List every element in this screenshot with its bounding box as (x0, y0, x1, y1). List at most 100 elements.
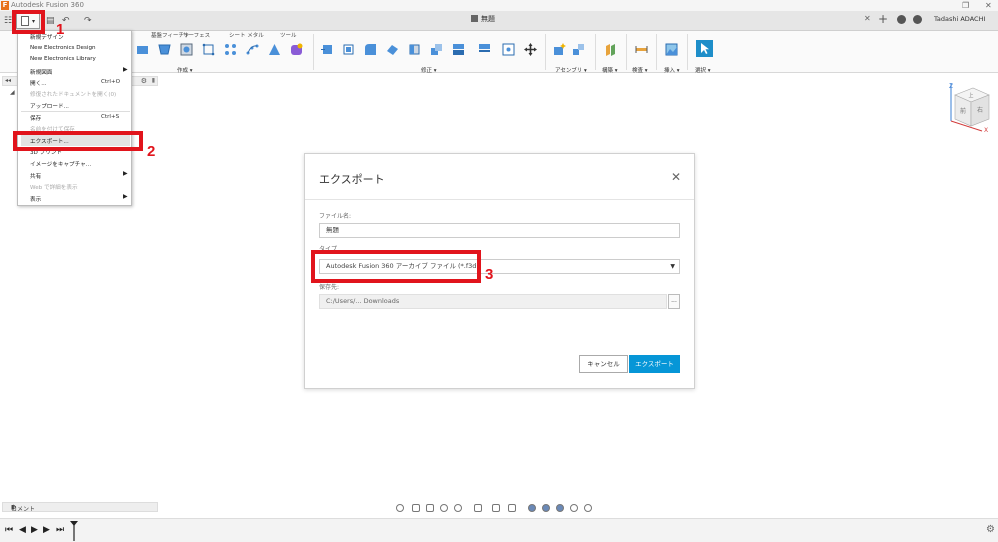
step-back-icon[interactable]: ◀ (19, 525, 26, 535)
pin-icon[interactable]: ▮ (11, 504, 155, 511)
comments-panel-header[interactable]: コメント ⚙ ▮ (2, 502, 158, 513)
menu-shortcut-save: Ctrl+S (101, 114, 120, 120)
sweep-icon[interactable] (180, 43, 193, 56)
user-name[interactable]: Tadashi ADACHI (934, 15, 985, 23)
display-settings-icon[interactable] (474, 504, 482, 512)
menu-item-share[interactable]: 共有 (30, 172, 41, 180)
pyramid-icon[interactable] (268, 43, 281, 56)
go-to-start-icon[interactable]: ⏮ (5, 525, 13, 535)
browse-button[interactable]: ... (668, 294, 680, 309)
modify-group-label[interactable]: 修正 ▾ (421, 66, 437, 74)
close-icon[interactable]: ✕ (671, 170, 681, 184)
insert-image-icon[interactable] (665, 43, 678, 56)
scale-icon[interactable] (430, 43, 443, 56)
redo-icon[interactable]: ↷ (84, 11, 92, 31)
menu-item-open[interactable]: 開く... (30, 79, 47, 87)
inspect-group-label[interactable]: 検査 ▾ (632, 66, 648, 74)
close-tab-icon[interactable]: ✕ (864, 14, 871, 23)
collapse-arrows-icon[interactable]: ◂◂ (5, 77, 11, 84)
view-cube-front-label: 前 (960, 107, 966, 115)
grid-icon[interactable] (492, 504, 500, 512)
menu-separator (21, 111, 130, 112)
view-cube-right-label: 右 (977, 106, 983, 114)
split-body-icon[interactable] (478, 43, 491, 56)
tab-surface[interactable]: サーフェス (183, 31, 210, 39)
insert-group-label[interactable]: 挿入 ▾ (664, 66, 680, 74)
menu-item-new-electronics-design[interactable]: New Electronics Design (30, 45, 96, 51)
pan-hand-icon[interactable] (426, 504, 434, 512)
orbit-icon[interactable] (396, 504, 404, 512)
step-forward-icon[interactable]: ▶ (43, 525, 50, 535)
offset-plane-icon[interactable] (604, 43, 617, 56)
effects-icon[interactable] (556, 504, 564, 512)
pin-icon[interactable]: ▮ (152, 77, 155, 84)
sketch-rectangle-icon[interactable] (202, 43, 215, 56)
tab-tools[interactable]: ツール (280, 31, 297, 39)
location-label: 保存先: (319, 284, 340, 291)
draft-icon[interactable] (408, 43, 421, 56)
browser-tree-toggle-icon[interactable]: ◢ (10, 89, 15, 96)
combine-icon[interactable] (452, 43, 465, 56)
spline-icon[interactable] (246, 43, 259, 56)
submenu-arrow-icon: ▶ (123, 170, 128, 177)
new-tab-plus-icon[interactable]: + (878, 12, 888, 26)
select-group-label[interactable]: 選択 ▾ (695, 66, 711, 74)
app-title: Autodesk Fusion 360 (11, 1, 84, 9)
viewports-icon[interactable] (508, 504, 516, 512)
dialog-title: エクスポート (319, 173, 385, 186)
assemble-group-label[interactable]: アセンブリ ▾ (555, 66, 587, 74)
align-icon[interactable] (502, 43, 515, 56)
press-pull-icon[interactable] (320, 43, 333, 56)
select-cursor-icon[interactable] (696, 40, 713, 57)
app-bar: ☷ ▤ ↶ ↷ (0, 11, 998, 31)
filename-label: ファイル名: (319, 213, 352, 220)
object-visibility-icon[interactable] (570, 504, 578, 512)
cancel-button[interactable]: キャンセル (579, 355, 628, 373)
filename-field[interactable]: 無題 (319, 223, 680, 238)
shell-icon[interactable] (386, 43, 399, 56)
restore-window-icon[interactable]: ❐ (962, 0, 969, 11)
play-icon[interactable]: ▶ (31, 525, 38, 535)
form-icon[interactable] (290, 43, 303, 56)
view-cube[interactable]: 上 前 右 Z X (946, 80, 992, 132)
extrude-icon[interactable] (136, 43, 149, 56)
zoom-icon[interactable] (440, 504, 448, 512)
revolve-icon[interactable] (158, 43, 171, 56)
data-panel-grid-icon[interactable]: ☷ (4, 11, 12, 31)
fit-icon[interactable] (454, 504, 462, 512)
camera-icon[interactable] (584, 504, 592, 512)
menu-item-new-drawing[interactable]: 新規図面 (30, 68, 52, 76)
chamfer-icon[interactable] (364, 43, 377, 56)
close-window-icon[interactable]: ✕ (985, 0, 992, 11)
measure-icon[interactable] (635, 43, 648, 56)
job-status-icon[interactable] (897, 15, 906, 24)
timeline-marker-icon[interactable] (70, 521, 78, 541)
construct-group-label[interactable]: 構築 ▾ (602, 66, 618, 74)
fillet-icon[interactable] (342, 43, 355, 56)
environment-icon[interactable] (542, 504, 550, 512)
save-icon[interactable]: ▤ (46, 11, 55, 31)
cube-icon (471, 15, 478, 22)
menu-item-save[interactable]: 保存 (30, 114, 41, 122)
menu-item-new-electronics-library[interactable]: New Electronics Library (30, 56, 96, 62)
menu-item-view-on-web: Web で詳細を表示 (30, 185, 78, 191)
go-to-end-icon[interactable]: ⏭ (56, 525, 64, 535)
document-tab-title: 無題 (481, 15, 495, 23)
joint-icon[interactable] (572, 43, 585, 56)
tab-sheet-metal[interactable]: シート メタル (229, 31, 264, 39)
point-pattern-icon[interactable] (224, 43, 237, 56)
move-copy-icon[interactable] (524, 43, 537, 56)
menu-item-upload[interactable]: アップロード... (30, 102, 69, 110)
menu-item-capture-image[interactable]: イメージをキャプチャ... (30, 160, 91, 168)
menu-item-view[interactable]: 表示 (30, 195, 41, 203)
timeline-settings-gear-icon[interactable]: ⚙ (986, 524, 995, 535)
visual-style-icon[interactable] (528, 504, 536, 512)
new-component-icon[interactable] (553, 43, 566, 56)
create-group-label[interactable]: 作成 ▾ (177, 66, 193, 74)
gear-icon[interactable]: ⚙ (141, 77, 147, 85)
look-at-icon[interactable] (412, 504, 420, 512)
annotation-box-type (311, 250, 481, 283)
export-button[interactable]: エクスポート (629, 355, 680, 373)
help-icon[interactable] (913, 15, 922, 24)
document-tab[interactable]: 無題 (471, 14, 495, 24)
